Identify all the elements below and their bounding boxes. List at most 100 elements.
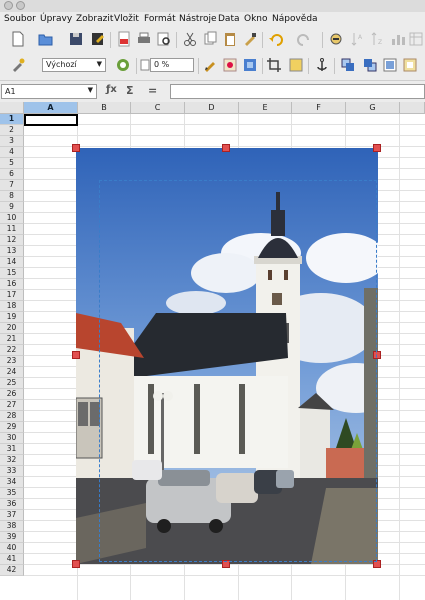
sort-ascending-icon[interactable]: A (350, 31, 366, 47)
menu-okno[interactable]: Okno (244, 14, 268, 24)
row-header-9[interactable]: 9 (0, 202, 24, 213)
pivot-table-icon[interactable] (408, 31, 424, 47)
print-preview-icon[interactable] (156, 31, 172, 47)
row-header-14[interactable]: 14 (0, 257, 24, 268)
row-header-34[interactable]: 34 (0, 477, 24, 488)
row-header-21[interactable]: 21 (0, 334, 24, 345)
paste-icon[interactable] (222, 31, 238, 47)
row-header-25[interactable]: 25 (0, 378, 24, 389)
menu-data[interactable]: Data (218, 14, 240, 24)
row-header-5[interactable]: 5 (0, 158, 24, 169)
close-window-icon[interactable] (4, 1, 13, 10)
row-header-17[interactable]: 17 (0, 290, 24, 301)
image-filter-icon[interactable] (222, 57, 238, 73)
anchor-icon[interactable] (314, 57, 330, 73)
row-header-35[interactable]: 35 (0, 488, 24, 499)
menu-format[interactable]: Formát (144, 14, 176, 24)
row-header-26[interactable]: 26 (0, 389, 24, 400)
formula-input[interactable] (170, 84, 425, 99)
clone-formatting-icon[interactable] (242, 31, 258, 47)
undo-icon[interactable] (268, 31, 284, 47)
style-tools-icon[interactable] (10, 57, 26, 73)
row-header-38[interactable]: 38 (0, 521, 24, 532)
hyperlink-icon[interactable] (328, 31, 344, 47)
row-header-37[interactable]: 37 (0, 510, 24, 521)
bring-to-front-icon[interactable] (340, 57, 356, 73)
resize-handle-bottom-left[interactable] (72, 560, 80, 568)
row-header-41[interactable]: 41 (0, 554, 24, 565)
menu-soubor[interactable]: Soubor (4, 14, 36, 24)
column-header-c[interactable]: C (131, 102, 185, 114)
column-header-g[interactable]: G (346, 102, 400, 114)
column-header-a[interactable]: A (24, 102, 78, 114)
equals-icon[interactable]: = (148, 84, 157, 97)
row-header-15[interactable]: 15 (0, 268, 24, 279)
menu-upravy[interactable]: Úpravy (40, 14, 72, 24)
row-header-1[interactable]: 1 (0, 114, 24, 125)
row-header-2[interactable]: 2 (0, 125, 24, 136)
row-header-4[interactable]: 4 (0, 147, 24, 158)
column-header-e[interactable]: E (239, 102, 292, 114)
image-properties-icon[interactable] (382, 57, 398, 73)
select-all-corner[interactable] (0, 102, 24, 114)
color-wheel-icon[interactable] (115, 57, 131, 73)
row-header-16[interactable]: 16 (0, 279, 24, 290)
sum-icon[interactable]: Σ (126, 84, 134, 97)
sort-descending-icon[interactable]: Z (370, 31, 386, 47)
row-header-23[interactable]: 23 (0, 356, 24, 367)
row-header-6[interactable]: 6 (0, 169, 24, 180)
row-header-3[interactable]: 3 (0, 136, 24, 147)
row-header-7[interactable]: 7 (0, 180, 24, 191)
row-header-33[interactable]: 33 (0, 466, 24, 477)
transparency-icon[interactable] (288, 57, 304, 73)
row-header-22[interactable]: 22 (0, 345, 24, 356)
menu-vlozit[interactable]: Vložit (114, 14, 139, 24)
cut-icon[interactable] (182, 31, 198, 47)
row-header-11[interactable]: 11 (0, 224, 24, 235)
row-header-19[interactable]: 19 (0, 312, 24, 323)
row-header-40[interactable]: 40 (0, 543, 24, 554)
row-header-32[interactable]: 32 (0, 455, 24, 466)
resize-handle-top-right[interactable] (373, 144, 381, 152)
cell-cursor-a1[interactable] (24, 114, 78, 126)
edit-file-icon[interactable] (90, 31, 106, 47)
menu-napoveda[interactable]: Nápověda (272, 14, 318, 24)
minimize-window-icon[interactable] (16, 1, 25, 10)
column-header-d[interactable]: D (185, 102, 239, 114)
column-header-b[interactable]: B (78, 102, 131, 114)
row-header-20[interactable]: 20 (0, 323, 24, 334)
row-header-39[interactable]: 39 (0, 532, 24, 543)
open-folder-icon[interactable] (38, 31, 54, 47)
resize-handle-top[interactable] (222, 144, 230, 152)
row-header-36[interactable]: 36 (0, 499, 24, 510)
graphic-mode-icon[interactable] (242, 57, 258, 73)
row-header-12[interactable]: 12 (0, 235, 24, 246)
copy-icon[interactable] (202, 31, 218, 47)
crop-icon[interactable] (266, 57, 282, 73)
resize-handle-left[interactable] (72, 351, 80, 359)
send-to-back-icon[interactable] (362, 57, 378, 73)
insert-chart-icon[interactable] (390, 31, 406, 47)
name-box[interactable]: A1 ▼ (1, 84, 97, 99)
row-header-30[interactable]: 30 (0, 433, 24, 444)
row-header-27[interactable]: 27 (0, 400, 24, 411)
percent-input[interactable]: 0 % (150, 58, 194, 72)
pencil-icon[interactable] (202, 57, 218, 73)
row-header-28[interactable]: 28 (0, 411, 24, 422)
row-header-31[interactable]: 31 (0, 444, 24, 455)
row-header-10[interactable]: 10 (0, 213, 24, 224)
menu-nastroje[interactable]: Nástroje (179, 14, 217, 24)
spreadsheet-grid[interactable]: A B C D E F G 1 2 3 4 5 6 7 8 9 10 11 12 13 14 15 16 17 1… (0, 102, 425, 600)
export-pdf-icon[interactable] (116, 31, 132, 47)
redo-icon[interactable] (296, 31, 312, 47)
menu-zobrazit[interactable]: Zobrazit (76, 14, 113, 24)
column-header-f[interactable]: F (292, 102, 346, 114)
resize-handle-top-left[interactable] (72, 144, 80, 152)
row-header-42[interactable]: 42 (0, 565, 24, 576)
paragraph-style-select[interactable]: Výchozí ▼ (42, 58, 106, 72)
print-icon[interactable] (136, 31, 152, 47)
row-header-24[interactable]: 24 (0, 367, 24, 378)
new-document-icon[interactable] (10, 31, 26, 47)
row-header-13[interactable]: 13 (0, 246, 24, 257)
row-header-29[interactable]: 29 (0, 422, 24, 433)
